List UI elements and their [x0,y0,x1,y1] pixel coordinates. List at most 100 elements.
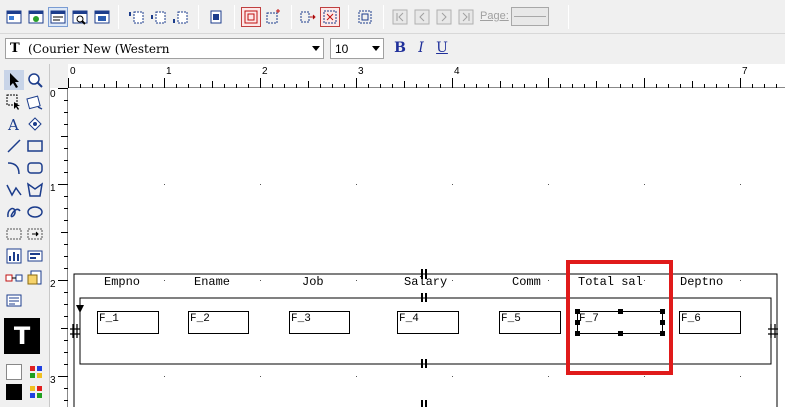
fill-color-palette-icon[interactable] [26,362,46,382]
align-objects-icon[interactable] [298,7,318,27]
line-color-palette-icon[interactable] [26,382,46,402]
ruler-number: 1 [166,66,172,77]
vertical-ruler-ticks [58,88,68,401]
grid-dot [164,376,165,377]
button-tool-icon[interactable] [4,290,24,310]
data-model-icon[interactable] [26,7,46,27]
polyline-tool-icon[interactable] [4,180,24,200]
grid-dot [164,280,165,281]
field-f5[interactable]: F_5 [499,311,561,334]
grid-dot [356,280,357,281]
report-editor-icon[interactable] [4,7,24,27]
chart-tool-icon[interactable] [4,246,24,266]
field-f3[interactable]: F_3 [289,311,350,334]
field-f2[interactable]: F_2 [188,311,249,334]
field-f6[interactable]: F_6 [679,311,741,334]
column-header-comm[interactable]: Comm [512,275,541,289]
grid-dot [260,376,261,377]
magnify-icon[interactable] [25,70,45,90]
freehand-tool-icon[interactable] [4,202,24,222]
header-section-icon[interactable] [126,7,146,27]
frame-select-icon[interactable] [241,7,261,27]
file-link-tool-icon[interactable] [25,268,45,288]
link-tool-icon[interactable] [4,268,24,288]
grid-dot [452,280,453,281]
bold-button[interactable]: B [391,40,409,58]
grid-dot [260,184,261,185]
field-tool-icon[interactable] [25,246,45,266]
group-icon[interactable] [355,7,375,27]
grid-dot [164,184,165,185]
page-label: Page: [480,10,509,22]
grid-dot [740,376,741,377]
horizontal-ruler-ticks [68,78,777,88]
column-header-deptno[interactable]: Deptno [680,275,723,289]
toolbar-separator [198,5,199,29]
flex-mode-icon[interactable] [263,7,283,27]
column-header-salary[interactable]: Salary [404,275,447,289]
font-name-select[interactable]: T (Courier New (Western [5,38,324,59]
svg-text:A: A [7,116,19,133]
grid-dot [356,184,357,185]
first-page-icon[interactable] [390,7,410,27]
grid-dot [452,184,453,185]
rectangle-tool-icon[interactable] [25,136,45,156]
grid-dot [644,184,645,185]
line-color-swatch[interactable] [6,384,22,400]
current-tool-label: T [13,322,31,350]
layout-canvas[interactable]: Empno Ename Job Salary Comm Total sal De… [68,88,785,407]
arc-tool-icon[interactable] [4,158,24,178]
grid-dot [260,280,261,281]
frame-tool-icon[interactable] [4,224,24,244]
font-size-select[interactable]: 10 [330,38,384,59]
select-arrow-icon[interactable] [4,70,24,90]
ruler-number: 2 [262,66,268,77]
layout-model-icon[interactable] [48,7,68,27]
chevron-down-icon[interactable] [368,39,383,58]
grid-dot [356,376,357,377]
current-tool-indicator: T [4,318,40,354]
grid-dot [452,376,453,377]
last-page-icon[interactable] [456,7,476,27]
grid-dot [740,280,741,281]
ruler-number: 3 [358,66,364,77]
column-header-job[interactable]: Job [302,275,324,289]
italic-button[interactable]: I [412,40,430,58]
line-tool-icon[interactable] [4,136,24,156]
rotate-icon[interactable] [25,92,45,112]
chevron-down-icon[interactable] [308,39,323,58]
grid-dot [548,184,549,185]
next-page-icon[interactable] [434,7,454,27]
column-header-ename[interactable]: Ename [194,275,230,289]
repeating-frame-tool-icon[interactable] [25,224,45,244]
field-f4[interactable]: F_4 [397,311,459,334]
live-previewer-icon[interactable] [92,7,112,27]
field-f1[interactable]: F_1 [97,311,159,334]
ruler-number: 7 [742,66,748,77]
previous-page-icon[interactable] [412,7,432,27]
confine-icon[interactable] [206,7,226,27]
fill-color-swatch[interactable] [6,364,22,380]
text-tool-icon[interactable]: A [4,114,24,134]
underline-button[interactable]: U [433,40,451,58]
grid-dot [740,184,741,185]
vertical-ruler[interactable]: 0 1 2 3 [50,88,68,407]
parameter-form-icon[interactable] [70,7,90,27]
page-number-field[interactable] [511,7,549,26]
reshape-icon[interactable] [25,114,45,134]
frame-select-icon[interactable] [4,92,24,112]
ruler-number: 1 [50,183,56,194]
ruler-number: 0 [70,66,76,77]
ellipse-tool-icon[interactable] [25,202,45,222]
main-section-icon[interactable] [148,7,168,27]
toolbar-separator [383,5,384,29]
horizontal-ruler[interactable]: 0 1 2 3 4 7 [68,64,785,88]
truetype-font-icon: T [10,41,20,56]
ruler-number: 2 [50,279,56,290]
rounded-rectangle-tool-icon[interactable] [25,158,45,178]
column-header-empno[interactable]: Empno [104,275,140,289]
toolbar-separator [291,5,292,29]
trailer-section-icon[interactable] [170,7,190,27]
polygon-tool-icon[interactable] [25,180,45,200]
size-objects-icon[interactable] [320,7,340,27]
